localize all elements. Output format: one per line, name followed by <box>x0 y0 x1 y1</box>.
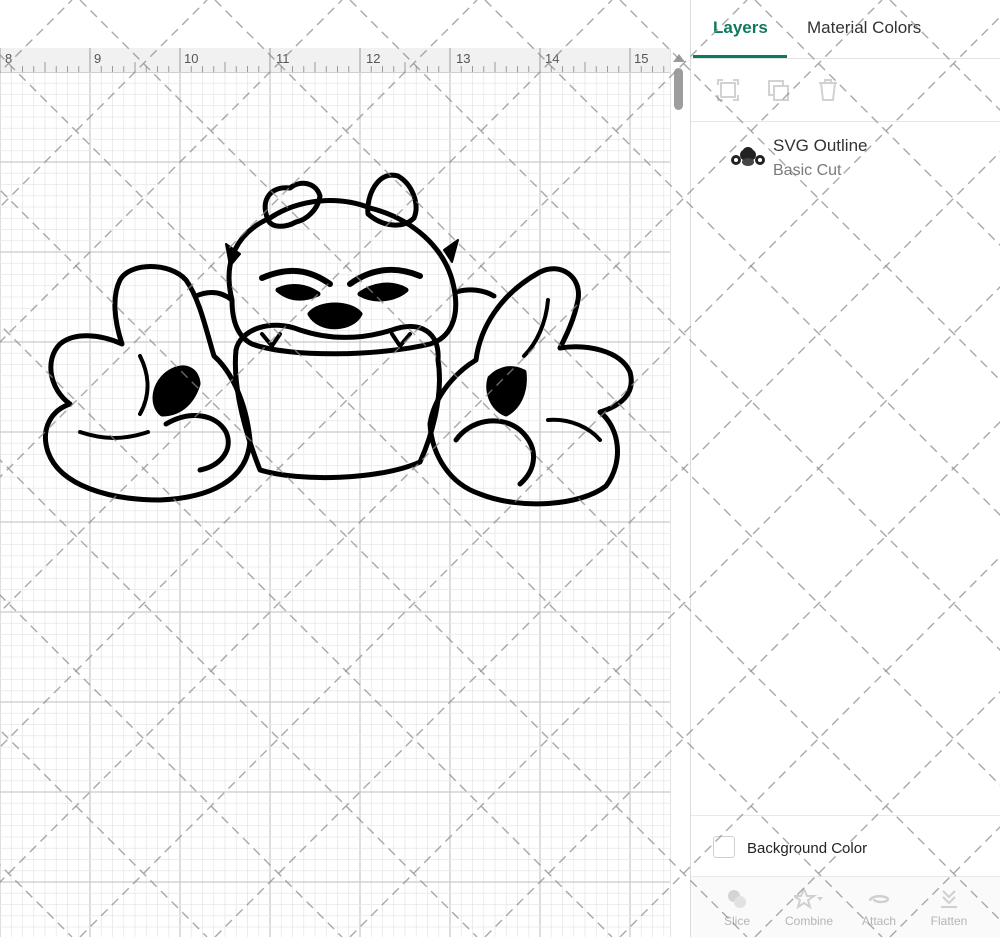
flatten-icon <box>941 890 957 908</box>
flatten-label: Flatten <box>930 914 968 928</box>
background-color-row: Background Color <box>691 815 1000 876</box>
slice-button[interactable]: Slice <box>707 883 767 938</box>
tab-material-colors[interactable]: Material Colors <box>807 18 921 38</box>
combine-button[interactable]: Combine <box>779 883 839 938</box>
active-tab-indicator <box>693 55 787 58</box>
attach-icon <box>868 895 890 904</box>
scroll-thumb[interactable] <box>674 68 683 110</box>
bottom-toolbar: Slice Combine Attach Flatten <box>691 876 1000 938</box>
combine-label: Combine <box>784 914 834 928</box>
background-color-checkbox[interactable] <box>713 836 735 858</box>
layer-item[interactable]: SVG Outline Basic Cut <box>691 122 1000 192</box>
background-color-label: Background Color <box>747 840 868 857</box>
panel-tabs: Layers Material Colors <box>691 0 1000 59</box>
layer-thumbnail-icon <box>731 147 765 166</box>
bulldog-design[interactable] <box>0 0 670 937</box>
design-canvas[interactable]: 8 9 10 11 12 13 14 15 <box>0 0 690 937</box>
attach-button[interactable]: Attach <box>849 883 909 938</box>
canvas-scrollbar[interactable] <box>670 48 687 937</box>
tab-layers[interactable]: Layers <box>713 18 768 38</box>
scroll-up-arrow-icon[interactable] <box>673 54 685 62</box>
slice-icon <box>728 890 746 908</box>
layer-toolbar <box>691 59 1000 122</box>
layers-panel: Layers Material Colors SVG Outline Basic… <box>690 0 1000 938</box>
layer-operation: Basic Cut <box>773 162 842 179</box>
flatten-button[interactable]: Flatten <box>919 883 979 938</box>
duplicate-icon[interactable] <box>715 77 741 103</box>
slice-label: Slice <box>723 914 750 928</box>
attach-label: Attach <box>861 914 897 928</box>
combine-icon <box>794 887 823 910</box>
copy-icon[interactable] <box>765 77 791 103</box>
layer-name: SVG Outline <box>773 136 868 155</box>
trash-icon[interactable] <box>815 77 841 103</box>
